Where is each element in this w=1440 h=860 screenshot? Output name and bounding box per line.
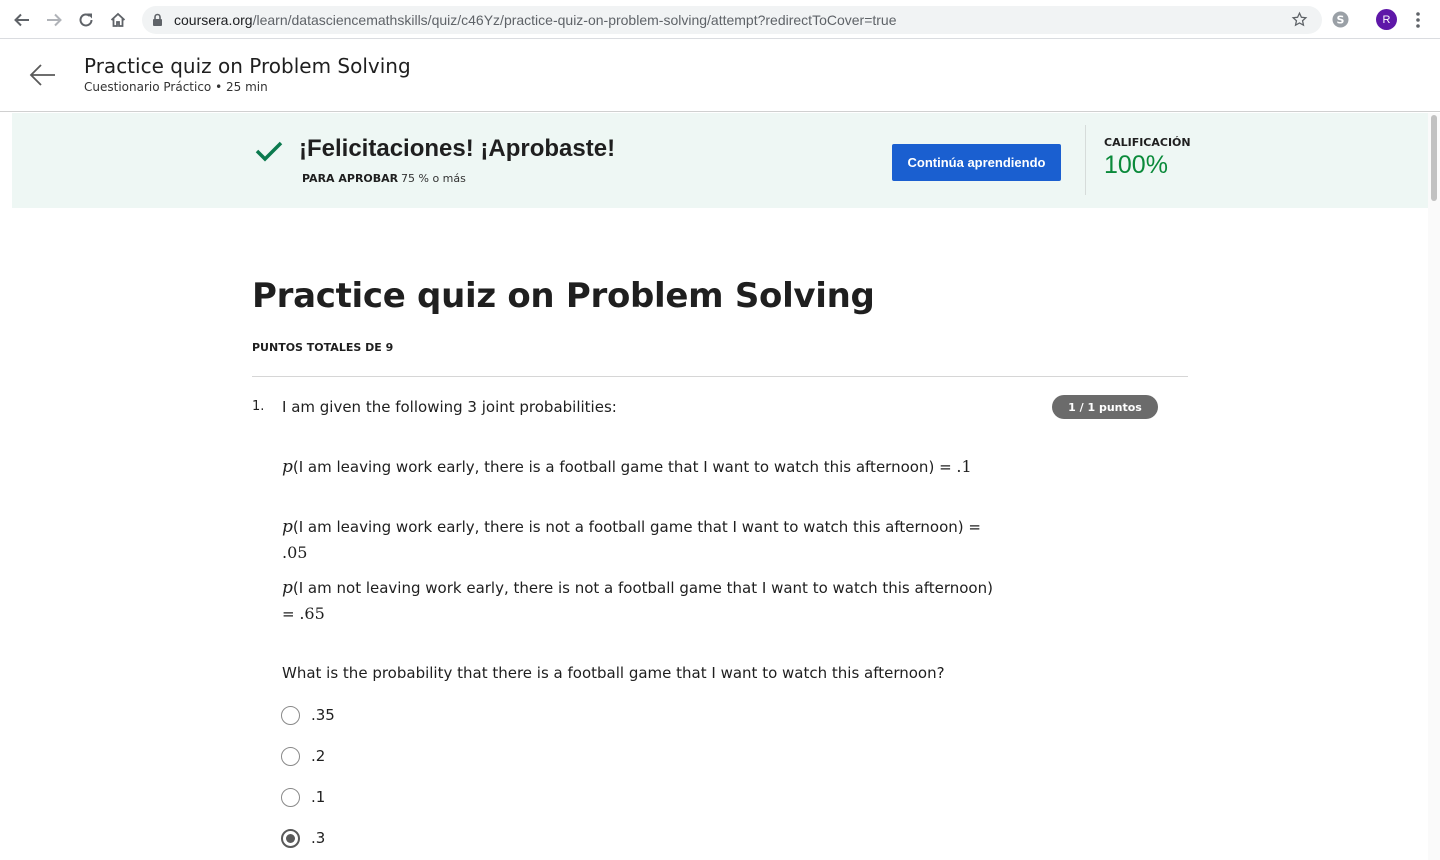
browser-home-icon[interactable]: [106, 8, 130, 32]
pass-threshold-label: PARA APROBAR: [302, 172, 399, 185]
probability-text: (I am leaving work early, there is a foo…: [292, 458, 957, 476]
probability-text: (I am leaving work early, there is not a…: [292, 518, 981, 536]
probability-statement: p(I am leaving work early, there is a fo…: [282, 454, 1002, 480]
radio-button[interactable]: [281, 705, 300, 725]
address-bar[interactable]: coursera.org/learn/datasciencemathskills…: [142, 6, 1322, 34]
answer-option-label: .3: [311, 829, 326, 847]
answer-option-label: .1: [311, 788, 326, 806]
page-title: Practice quiz on Problem Solving: [252, 276, 875, 316]
browser-menu-icon[interactable]: [1410, 10, 1426, 30]
radio-button-selected[interactable]: [281, 828, 300, 848]
question-number: 1.: [252, 399, 265, 414]
probability-statement: p(I am not leaving work early, there is …: [282, 576, 1002, 627]
browser-toolbar: coursera.org/learn/datasciencemathskills…: [0, 0, 1440, 39]
browser-reload-icon[interactable]: [74, 8, 98, 32]
math-p: p: [282, 457, 293, 477]
answer-option[interactable]: .1: [281, 786, 325, 808]
points-total: PUNTOS TOTALES DE 9: [252, 341, 394, 354]
browser-forward-icon[interactable]: [42, 8, 66, 32]
continue-learning-button[interactable]: Continúa aprendiendo: [892, 144, 1061, 181]
header-subtitle: Cuestionario Práctico • 25 min: [84, 80, 268, 94]
bookmark-star-icon[interactable]: [1291, 11, 1308, 33]
section-divider: [252, 376, 1188, 377]
svg-text:S: S: [1337, 14, 1345, 27]
math-p: p: [282, 578, 293, 598]
quiz-header: Practice quiz on Problem Solving Cuestio…: [0, 40, 1440, 112]
probability-value: .05: [282, 543, 308, 562]
probability-value: .65: [299, 604, 325, 623]
answer-option[interactable]: .2: [281, 745, 325, 767]
answer-option-selected[interactable]: .3: [281, 827, 325, 849]
grade-value: 100%: [1104, 151, 1168, 179]
browser-back-icon[interactable]: [10, 8, 34, 32]
lock-icon: [152, 13, 163, 32]
url-text: coursera.org/learn/datasciencemathskills…: [174, 12, 897, 28]
page-scrollbar[interactable]: [1428, 113, 1440, 860]
radio-button[interactable]: [281, 787, 300, 807]
back-arrow-icon[interactable]: [28, 60, 58, 90]
radio-button[interactable]: [281, 746, 300, 766]
header-title: Practice quiz on Problem Solving: [84, 54, 411, 78]
profile-avatar[interactable]: R: [1376, 9, 1397, 30]
check-icon: [254, 139, 284, 168]
answer-option[interactable]: .35: [281, 704, 335, 726]
banner-divider: [1085, 125, 1086, 195]
probability-value: .1: [956, 457, 972, 476]
answer-option-label: .35: [311, 706, 335, 724]
grade-label: CALIFICACIÓN: [1104, 136, 1191, 149]
result-banner: ¡Felicitaciones! ¡Aprobaste! PARA APROBA…: [12, 113, 1428, 208]
question-prompt: What is the probability that there is a …: [282, 664, 945, 682]
pass-threshold-value: 75 % o más: [401, 172, 466, 185]
answer-option-label: .2: [311, 747, 326, 765]
extension-icon[interactable]: S: [1332, 11, 1349, 28]
question-score-badge: 1 / 1 puntos: [1052, 395, 1158, 419]
math-p: p: [282, 517, 293, 537]
scrollbar-thumb[interactable]: [1431, 115, 1437, 201]
probability-statement: p(I am leaving work early, there is not …: [282, 515, 1002, 566]
pass-message: ¡Felicitaciones! ¡Aprobaste!: [299, 135, 616, 162]
question-intro: I am given the following 3 joint probabi…: [282, 398, 617, 416]
probability-text: (I am not leaving work early, there is n…: [282, 579, 993, 623]
